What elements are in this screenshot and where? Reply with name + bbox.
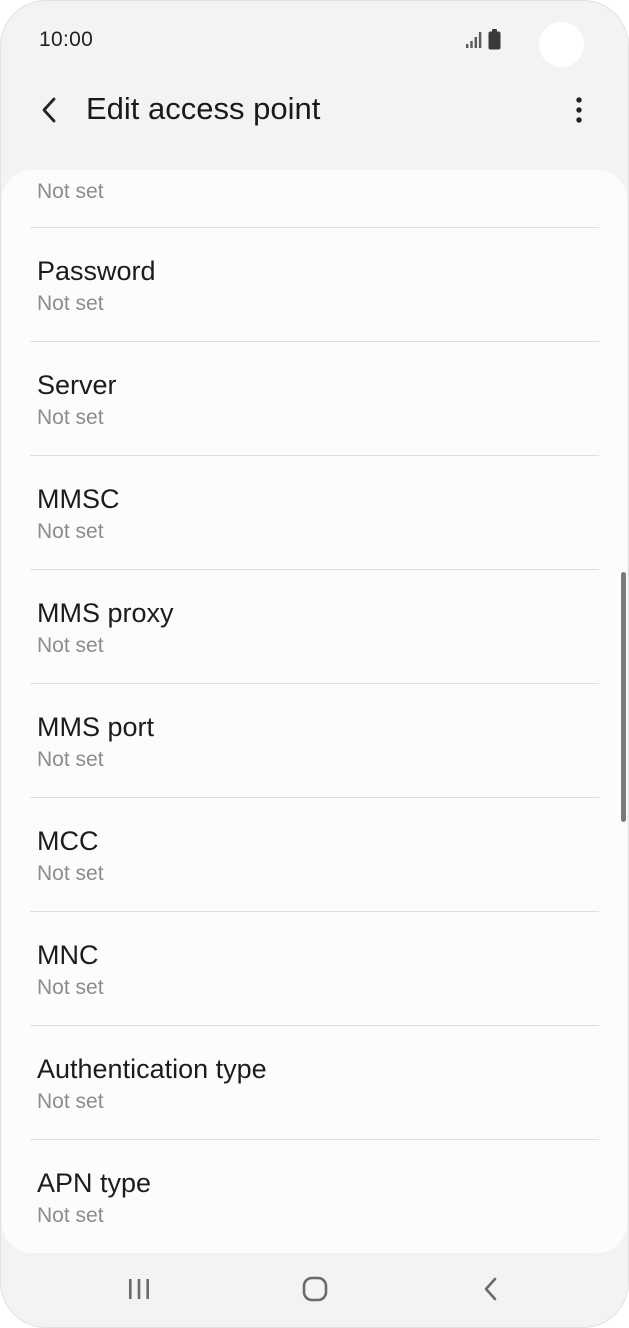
scrollbar-thumb[interactable] [621, 572, 626, 822]
item-value: Not set [37, 634, 104, 657]
item-value: Not set [37, 292, 104, 315]
page-title: Edit access point [86, 91, 321, 126]
battery-icon [488, 29, 501, 50]
status-bar: 10:00 [0, 0, 629, 80]
item-value: Not set [37, 520, 104, 543]
back-icon [484, 1277, 497, 1301]
more-vertical-icon [576, 97, 582, 123]
app-bar: Edit access point [0, 80, 629, 140]
item-title: MNC [37, 940, 99, 970]
item-value: Not set [37, 406, 104, 429]
back-button[interactable] [30, 90, 70, 130]
list-item-mmsc[interactable]: MMSC Not set [2, 456, 627, 570]
settings-list-card: Not set Password Not set Server Not set … [2, 170, 627, 1253]
item-title: APN type [37, 1168, 152, 1198]
item-value: Not set [37, 976, 104, 999]
list-item-partial[interactable]: Not set [2, 170, 627, 228]
list-item-mms-port[interactable]: MMS port Not set [2, 684, 627, 798]
navigation-bar [0, 1253, 629, 1328]
item-value: Not set [37, 748, 104, 771]
item-title: MMS port [37, 712, 155, 742]
settings-list: Not set Password Not set Server Not set … [2, 170, 627, 1253]
item-title: Password [37, 256, 156, 286]
list-item-password[interactable]: Password Not set [2, 228, 627, 342]
home-icon [302, 1276, 328, 1302]
list-item-server[interactable]: Server Not set [2, 342, 627, 456]
list-item-mcc[interactable]: MCC Not set [2, 798, 627, 912]
home-button[interactable] [291, 1267, 339, 1311]
item-title: MMS proxy [37, 598, 174, 628]
recent-apps-button[interactable] [115, 1267, 163, 1311]
recent-apps-icon [129, 1279, 149, 1299]
list-item-authentication-type[interactable]: Authentication type Not set [2, 1026, 627, 1140]
list-item-mnc[interactable]: MNC Not set [2, 912, 627, 1026]
item-title: Server [37, 370, 117, 400]
list-item-apn-type[interactable]: APN type Not set [2, 1140, 627, 1253]
item-title: MMSC [37, 484, 120, 514]
status-time: 10:00 [39, 28, 94, 51]
camera-cutout [539, 22, 584, 67]
nav-back-button[interactable] [467, 1267, 515, 1311]
item-value: Not set [37, 1090, 104, 1113]
item-value: Not set [37, 180, 104, 203]
item-value: Not set [37, 1204, 104, 1227]
chevron-left-icon [42, 97, 56, 123]
phone-screen: 10:00 Edit access point Not set Password… [0, 0, 629, 1328]
signal-icon [466, 32, 482, 48]
item-title: MCC [37, 826, 99, 856]
item-title: Authentication type [37, 1054, 267, 1084]
item-value: Not set [37, 862, 104, 885]
more-options-button[interactable] [559, 90, 599, 130]
list-item-mms-proxy[interactable]: MMS proxy Not set [2, 570, 627, 684]
